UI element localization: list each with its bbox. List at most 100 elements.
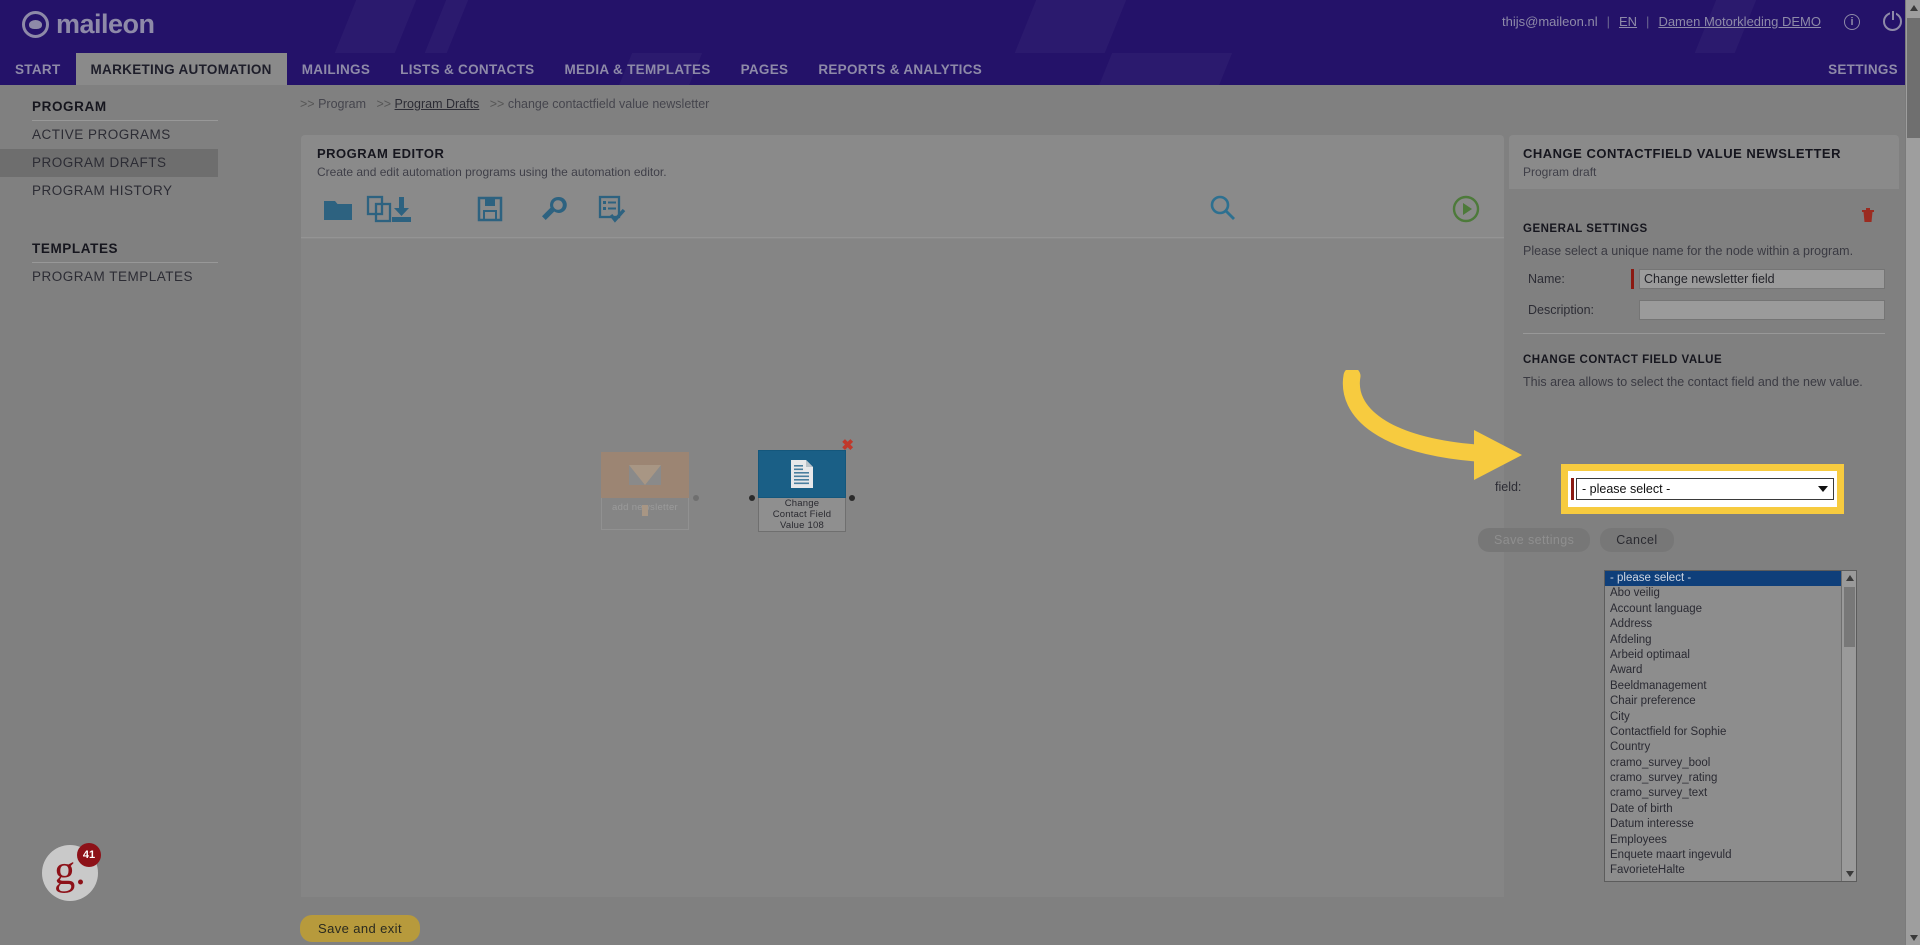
funnel-stem [642, 505, 648, 516]
node-port-out[interactable] [693, 495, 699, 501]
nav-item-lists-contacts[interactable]: LISTS & CONTACTS [385, 53, 549, 85]
dropdown-option[interactable]: City [1605, 710, 1842, 725]
maileon-logo-icon [22, 11, 49, 38]
breadcrumb: >> Program >> Program Drafts >> change c… [245, 85, 1920, 111]
settings-panel-title: CHANGE CONTACTFIELD VALUE NEWSLETTER [1523, 146, 1841, 161]
checklist-icon[interactable] [595, 192, 629, 226]
required-indicator [1571, 478, 1574, 500]
dropdown-option[interactable]: Employees [1605, 833, 1842, 848]
contact-field-dropdown-list[interactable]: - please select - Abo veilig Account langu… [1604, 570, 1857, 882]
search-icon[interactable] [1206, 192, 1240, 226]
decorative-stripe [308, 0, 433, 53]
account-link[interactable]: Damen Motorkleding DEMO [1658, 14, 1821, 29]
program-canvas[interactable]: add newsletter ✖ Change Contact Field Va… [301, 239, 1504, 897]
dropdown-option[interactable]: Enquete maart ingevuld [1605, 848, 1842, 863]
play-icon[interactable] [1449, 192, 1483, 226]
sidebar-group-program-title: PROGRAM [32, 99, 107, 114]
wrench-icon[interactable] [536, 192, 570, 226]
nav-item-pages[interactable]: PAGES [726, 53, 804, 85]
program-editor-title: PROGRAM EDITOR [317, 146, 445, 161]
cancel-button[interactable]: Cancel [1600, 528, 1674, 552]
dropdown-option[interactable]: Chair preference [1605, 694, 1842, 709]
maileon-logo[interactable]: maileon [22, 9, 155, 40]
separator: | [1606, 14, 1610, 29]
change-contact-field-title: CHANGE CONTACT FIELD VALUE [1523, 354, 1723, 366]
change-contact-field-desc: This area allows to select the contact f… [1523, 375, 1863, 389]
page-scroll-up-icon[interactable] [1906, 0, 1920, 15]
dropdown-option[interactable]: - please select - [1605, 571, 1842, 587]
info-icon[interactable]: i [1844, 13, 1860, 30]
dropdown-option[interactable]: cramo_survey_rating [1605, 771, 1842, 786]
logo-text: maileon [56, 9, 155, 39]
document-icon [791, 460, 813, 488]
breadcrumb-sep: >> [376, 97, 392, 111]
sidebar-item-program-history[interactable]: PROGRAM HISTORY [0, 177, 218, 205]
save-disk-icon[interactable] [473, 192, 507, 226]
save-settings-button[interactable]: Save settings [1478, 528, 1591, 552]
close-icon[interactable]: ✖ [841, 436, 854, 454]
dropdown-option[interactable]: Account language [1605, 602, 1842, 617]
dropdown-option[interactable]: Beeldmanagement [1605, 679, 1842, 694]
notification-badge: 41 [77, 843, 101, 867]
program-editor-panel: PROGRAM EDITOR Create and edit automatio… [301, 135, 1504, 897]
decorative-stripe [1076, 53, 1244, 85]
page-scroll-down-icon[interactable] [1906, 930, 1920, 945]
folder-icon[interactable] [321, 192, 355, 226]
field-label: field: [1495, 480, 1522, 494]
node-label-line1: Change [784, 498, 820, 509]
description-input[interactable] [1639, 300, 1885, 320]
dropdown-option[interactable]: FavorieteHalte [1605, 863, 1842, 878]
dropdown-option[interactable]: Address [1605, 617, 1842, 632]
scroll-down-arrow-icon[interactable] [1842, 867, 1856, 881]
dropdown-scrollbar[interactable] [1841, 571, 1856, 881]
power-icon[interactable] [1883, 12, 1902, 31]
page-scrollbar[interactable] [1905, 0, 1920, 945]
node-port-in[interactable] [749, 495, 755, 501]
nav-item-reports-analytics[interactable]: REPORTS & ANALYTICS [803, 53, 997, 85]
sidebar: PROGRAM ACTIVE PROGRAMS PROGRAM DRAFTS P… [0, 85, 245, 945]
scrollbar-thumb[interactable] [1844, 587, 1855, 647]
dropdown-option[interactable]: Afdeling [1605, 633, 1842, 648]
dropdown-option[interactable]: Country [1605, 740, 1842, 755]
name-input[interactable] [1639, 269, 1885, 289]
dropdown-option[interactable]: Date of birth [1605, 802, 1842, 817]
download-icon[interactable] [385, 192, 419, 226]
nav-item-media-templates[interactable]: MEDIA & TEMPLATES [549, 53, 725, 85]
dropdown-option[interactable]: cramo_survey_bool [1605, 756, 1842, 771]
node-change-contact-field-value[interactable]: ✖ Change Contact Field Value 108 [749, 437, 855, 532]
trash-icon[interactable] [1861, 207, 1875, 223]
sidebar-item-program-templates[interactable]: PROGRAM TEMPLATES [0, 263, 218, 291]
support-widget[interactable]: g. 41 [42, 843, 101, 901]
nav-item-start[interactable]: START [0, 53, 76, 85]
save-and-exit-button[interactable]: Save and exit [300, 915, 420, 942]
decorative-stripe [988, 0, 1143, 53]
editor-toolbar [301, 182, 1504, 238]
separator: | [1646, 14, 1650, 29]
nav-item-settings[interactable]: SETTINGS [1806, 53, 1920, 85]
node-port-out[interactable] [849, 495, 855, 501]
nav-item-mailings[interactable]: MAILINGS [287, 53, 385, 85]
breadcrumb-item-program-drafts[interactable]: Program Drafts [395, 97, 480, 111]
contact-field-select[interactable]: - please select - [1576, 478, 1834, 500]
dropdown-option[interactable]: Award [1605, 663, 1842, 678]
name-label: Name: [1528, 272, 1565, 286]
dropdown-option[interactable]: Datum interesse [1605, 817, 1842, 832]
dropdown-option[interactable]: Contactfield for Sophie [1605, 725, 1842, 740]
top-bar: maileon thijs@maileon.nl | EN | Damen Mo… [0, 0, 1920, 53]
node-add-newsletter[interactable]: add newsletter [601, 452, 699, 530]
program-editor-subtitle: Create and edit automation programs usin… [317, 165, 667, 179]
dropdown-option[interactable]: Abo veilig [1605, 586, 1842, 601]
language-link[interactable]: EN [1619, 14, 1637, 29]
settings-panel-body: GENERAL SETTINGS Please select a unique … [1509, 189, 1899, 389]
dropdown-option[interactable]: cramo_survey_text [1605, 786, 1842, 801]
description-row: Description: [1523, 300, 1885, 320]
sidebar-item-active-programs[interactable]: ACTIVE PROGRAMS [0, 121, 218, 149]
scroll-up-arrow-icon[interactable] [1842, 571, 1856, 585]
funnel-icon [629, 465, 661, 516]
chevron-down-icon [1818, 486, 1828, 492]
dropdown-option[interactable]: Arbeid optimaal [1605, 648, 1842, 663]
nav-item-marketing-automation[interactable]: MARKETING AUTOMATION [75, 53, 287, 85]
sidebar-group-templates-title: TEMPLATES [32, 241, 119, 256]
description-label: Description: [1528, 303, 1594, 317]
sidebar-item-program-drafts[interactable]: PROGRAM DRAFTS [0, 149, 218, 177]
